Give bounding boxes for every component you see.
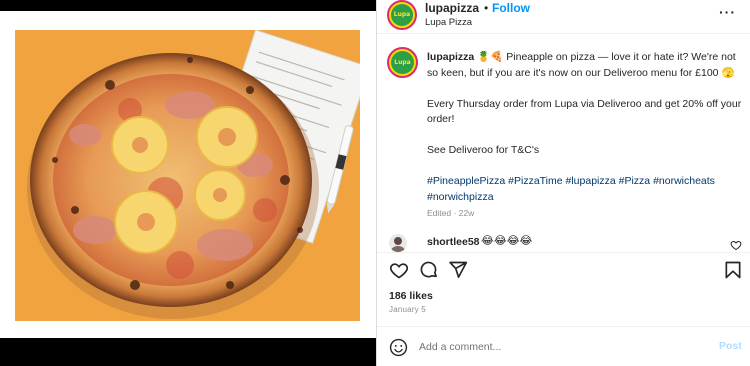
avatar-logo: Lupa <box>391 4 413 26</box>
heart-icon[interactable] <box>389 260 409 280</box>
media-area <box>0 0 376 366</box>
pineapple-pizza-image <box>27 30 360 319</box>
caption-area: Lupa lupapizza 🍍🍕 Pineapple on pizza — l… <box>377 34 750 246</box>
add-comment-bar: Post <box>377 326 750 366</box>
like-count[interactable]: 186 likes <box>389 290 433 302</box>
media-card <box>0 11 376 338</box>
comment-like-icon[interactable] <box>730 239 742 251</box>
post-comment-button[interactable]: Post <box>719 340 742 352</box>
post-panel: Lupa lupapizza • Follow Lupa Pizza ··· L… <box>376 0 750 366</box>
location-link[interactable]: Lupa Pizza <box>425 17 472 28</box>
avatar[interactable]: Lupa <box>387 47 418 78</box>
emoji-icon[interactable] <box>389 338 408 357</box>
comment-icon[interactable] <box>419 260 439 280</box>
edited-timestamp: Edited · 22w <box>427 208 475 218</box>
caption-username[interactable]: lupapizza <box>427 51 474 63</box>
hashtags[interactable]: #PineapplePizza #PizzaTime #lupapizza #P… <box>427 174 742 205</box>
avatar[interactable]: Lupa <box>387 0 417 30</box>
comment-row: shortlee58 😂😂😂😂 <box>387 234 747 252</box>
caption-text-2: Every Thursday order from Lupa via Deliv… <box>427 97 742 126</box>
comment-input[interactable] <box>419 338 699 356</box>
avatar-logo: Lupa <box>391 51 414 74</box>
username-link[interactable]: lupapizza <box>425 1 479 15</box>
caption-emoji: 🍍🍕 <box>477 51 504 63</box>
commenter-avatar[interactable] <box>389 234 407 252</box>
caption-text-1: Pineapple on pizza — love it or hate it?… <box>427 51 736 79</box>
commenter-username[interactable]: shortlee58 <box>427 236 480 248</box>
caption-emoji-2: 🫣 <box>721 66 735 79</box>
post-caption: lupapizza 🍍🍕 Pineapple on pizza — love i… <box>427 50 742 222</box>
post-header: Lupa lupapizza • Follow Lupa Pizza ··· <box>377 0 750 34</box>
bookmark-icon[interactable] <box>723 260 743 280</box>
share-icon[interactable] <box>448 260 468 280</box>
post-photo[interactable] <box>15 30 360 321</box>
caption-text-3: See Deliveroo for T&C's <box>427 144 540 156</box>
post-date: January 5 <box>389 305 426 314</box>
more-options-icon[interactable]: ··· <box>719 4 736 20</box>
comment-text: 😂😂😂😂 <box>481 235 533 247</box>
separator-dot: • <box>484 1 489 15</box>
follow-button[interactable]: Follow <box>492 1 530 15</box>
action-bar <box>377 252 750 282</box>
